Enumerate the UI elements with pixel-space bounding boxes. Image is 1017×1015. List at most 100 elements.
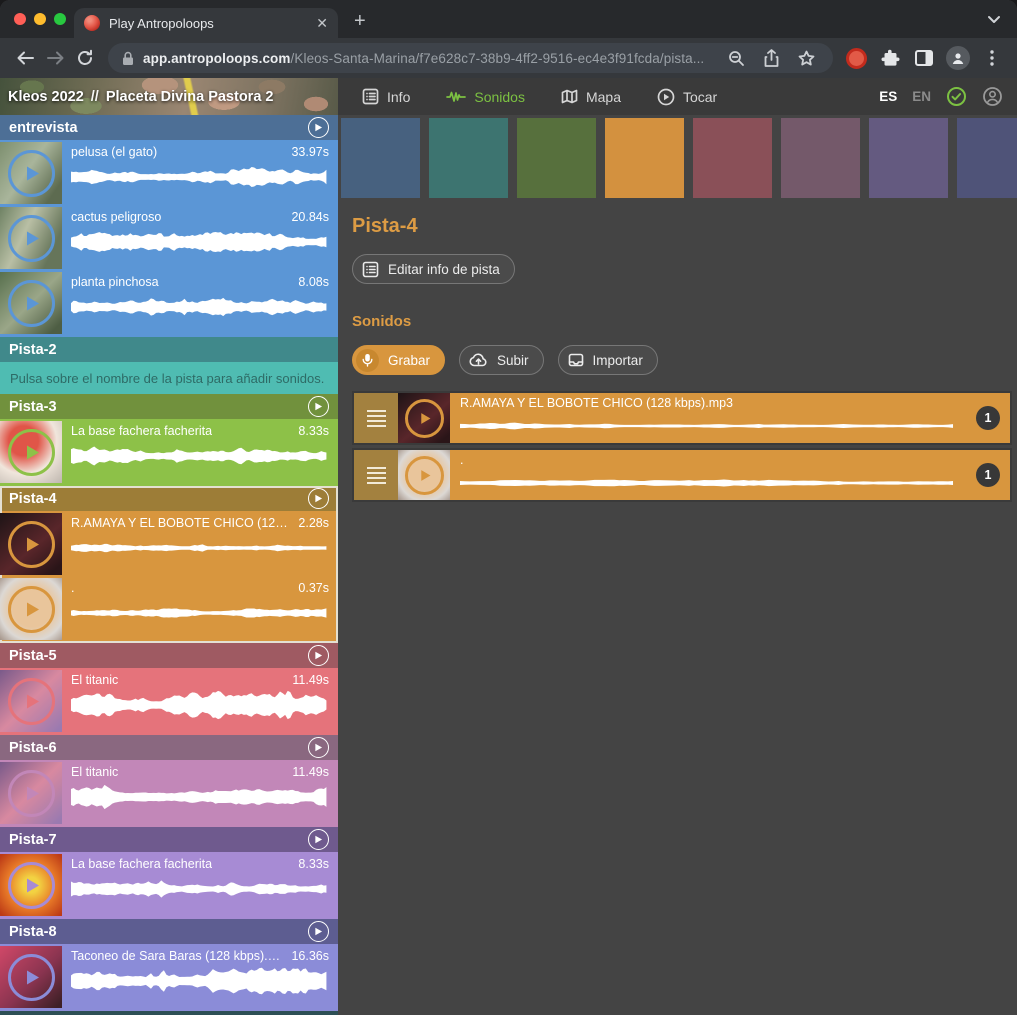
sound-waveform[interactable] — [71, 439, 329, 473]
tab-tocar[interactable]: Tocar — [657, 88, 717, 106]
sound-waveform[interactable] — [71, 290, 329, 324]
play-track-icon[interactable] — [308, 921, 329, 942]
sound-waveform[interactable] — [71, 160, 329, 194]
play-track-icon[interactable] — [308, 645, 329, 666]
upload-sound-button[interactable]: Subir — [459, 345, 544, 375]
sound-waveform[interactable] — [71, 780, 329, 814]
track-color-swatch[interactable] — [693, 118, 772, 198]
sound-thumbnail[interactable] — [0, 670, 62, 732]
track-color-swatch[interactable] — [869, 118, 948, 198]
track-color-swatch-selected[interactable] — [605, 118, 684, 198]
account-icon[interactable] — [982, 86, 1003, 107]
sidebar-track-header[interactable]: entrevista — [0, 115, 338, 140]
sound-waveform[interactable] — [460, 413, 958, 439]
main-sound-row[interactable]: R.AMAYA Y EL BOBOTE CHICO (128 kbps).mp3… — [352, 391, 1012, 445]
track-color-swatch[interactable] — [341, 118, 420, 198]
play-track-icon[interactable] — [308, 396, 329, 417]
sound-waveform[interactable] — [460, 470, 958, 496]
tab-info[interactable]: Info — [362, 88, 410, 105]
sound-thumbnail[interactable] — [0, 762, 62, 824]
sound-waveform[interactable] — [71, 225, 329, 259]
track-color-swatch[interactable] — [429, 118, 508, 198]
play-sound-icon[interactable] — [398, 450, 450, 500]
sound-waveform[interactable] — [71, 872, 329, 906]
address-bar[interactable]: app.antropoloops.com/Kleos-Santa-Marina/… — [108, 43, 833, 73]
play-sound-icon[interactable] — [0, 142, 62, 204]
tab-sonidos[interactable]: Sonidos — [446, 89, 525, 105]
sound-thumbnail[interactable] — [0, 513, 62, 575]
play-track-icon[interactable] — [308, 737, 329, 758]
share-icon[interactable] — [758, 45, 784, 71]
sidebar-track-header[interactable]: Pista-4 — [0, 486, 338, 511]
sound-waveform[interactable] — [71, 688, 329, 722]
close-window-icon[interactable] — [14, 13, 26, 25]
profile-avatar[interactable] — [943, 43, 973, 73]
close-tab-icon[interactable]: ✕ — [316, 16, 328, 30]
play-sound-icon[interactable] — [0, 670, 62, 732]
zoom-window-icon[interactable] — [54, 13, 66, 25]
main-sound-row[interactable]: . 1 — [352, 448, 1012, 502]
tab-mapa[interactable]: Mapa — [561, 89, 621, 105]
import-sound-button[interactable]: Importar — [558, 345, 658, 375]
extensions-puzzle-icon[interactable] — [875, 43, 905, 73]
play-sound-icon[interactable] — [0, 854, 62, 916]
record-icon[interactable] — [841, 43, 871, 73]
play-sound-icon[interactable] — [0, 272, 62, 334]
track-color-swatch[interactable] — [781, 118, 860, 198]
sound-thumbnail[interactable] — [0, 854, 62, 916]
play-sound-icon[interactable] — [0, 762, 62, 824]
edit-track-info-button[interactable]: Editar info de pista — [352, 254, 515, 284]
sound-item[interactable]: El titanic 11.49s — [0, 762, 338, 824]
back-icon[interactable] — [10, 43, 40, 73]
sidebar-track-header[interactable]: Pista-8 — [0, 919, 338, 944]
bookmark-star-icon[interactable] — [793, 45, 819, 71]
sidebar-track-header[interactable]: Pista-3 — [0, 394, 338, 419]
track-color-swatch[interactable] — [517, 118, 596, 198]
forward-icon[interactable] — [40, 43, 70, 73]
play-sound-icon[interactable] — [0, 207, 62, 269]
play-track-icon[interactable] — [308, 488, 329, 509]
sound-waveform[interactable] — [71, 964, 329, 998]
track-color-swatch[interactable] — [957, 118, 1017, 198]
sound-thumbnail[interactable] — [0, 421, 62, 483]
project-banner[interactable]: Kleos 2022 // Placeta Divina Pastora 2 — [0, 78, 338, 115]
sidebar-track-header[interactable]: Pista-2 — [0, 337, 338, 362]
record-sound-button[interactable]: Grabar — [352, 345, 445, 375]
tab-search-chevron-icon[interactable] — [987, 12, 1001, 30]
sound-item[interactable]: La base fachera facherita 8.33s — [0, 854, 338, 916]
sound-thumbnail[interactable] — [0, 946, 62, 1008]
browser-tab[interactable]: Play Antropoloops ✕ — [74, 8, 338, 38]
sound-thumbnail[interactable] — [0, 578, 62, 640]
sidebar-track-header[interactable]: Pista-7 — [0, 827, 338, 852]
lang-en[interactable]: EN — [912, 89, 931, 104]
sound-waveform[interactable] — [71, 596, 329, 630]
lang-es[interactable]: ES — [879, 89, 897, 104]
drag-handle-icon[interactable] — [354, 393, 398, 443]
sound-item[interactable]: Taconeo de Sara Baras (128 kbps).mp3 16.… — [0, 946, 338, 1008]
sidebar-track-header[interactable]: Pista-5 — [0, 643, 338, 668]
play-sound-icon[interactable] — [0, 578, 62, 640]
sound-thumbnail[interactable] — [0, 207, 62, 269]
play-sound-icon[interactable] — [0, 421, 62, 483]
sound-thumbnail[interactable] — [0, 272, 62, 334]
sidebar-track-header[interactable]: Pista-6 — [0, 735, 338, 760]
sound-thumbnail[interactable] — [398, 393, 450, 443]
sound-thumbnail[interactable] — [0, 142, 62, 204]
sound-item[interactable]: R.AMAYA Y EL BOBOTE CHICO (128 kbps)....… — [0, 513, 338, 575]
sound-item[interactable]: planta pinchosa 8.08s — [0, 272, 338, 334]
sound-item[interactable]: cactus peligroso 20.84s — [0, 207, 338, 269]
drag-handle-icon[interactable] — [354, 450, 398, 500]
new-tab-icon[interactable]: + — [354, 10, 366, 33]
side-panel-icon[interactable] — [909, 43, 939, 73]
sound-item[interactable]: . 0.37s — [0, 578, 338, 640]
play-sound-icon[interactable] — [0, 946, 62, 1008]
minimize-window-icon[interactable] — [34, 13, 46, 25]
sound-item[interactable]: La base fachera facherita 8.33s — [0, 421, 338, 483]
play-sound-icon[interactable] — [0, 513, 62, 575]
sound-thumbnail[interactable] — [398, 450, 450, 500]
play-sound-icon[interactable] — [398, 393, 450, 443]
play-track-icon[interactable] — [308, 829, 329, 850]
reload-icon[interactable] — [70, 43, 100, 73]
sound-item[interactable]: pelusa (el gato) 33.97s — [0, 142, 338, 204]
sound-waveform[interactable] — [71, 531, 329, 565]
